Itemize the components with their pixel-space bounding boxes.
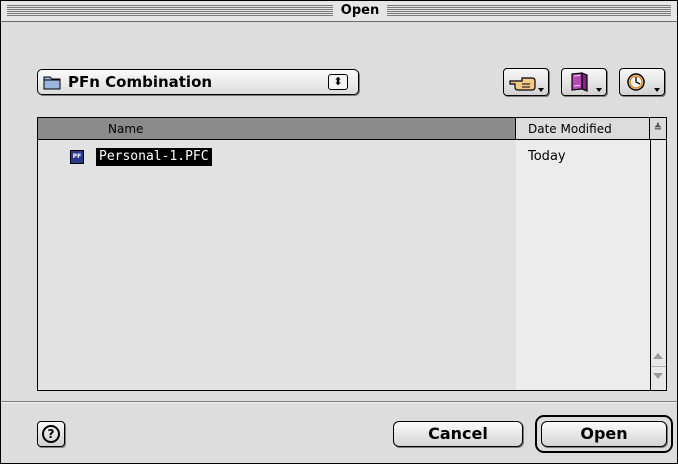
dropdown-arrow-icon	[538, 88, 544, 92]
shortcuts-button[interactable]	[503, 68, 549, 96]
scrollbar-divider	[651, 366, 666, 367]
folder-icon	[43, 76, 61, 90]
title-stripes-left	[7, 5, 333, 16]
location-label: PFn Combination	[68, 73, 213, 91]
file-date: Today	[528, 149, 566, 164]
sort-order-button[interactable]: ≜	[650, 118, 666, 140]
list-item[interactable]: PF Personal-1.PFC Today	[38, 148, 650, 166]
file-list[interactable]: Name Date Modified ≜ PF Personal-1.PFC T…	[37, 117, 667, 391]
column-header-date-modified[interactable]: Date Modified	[516, 118, 650, 140]
location-popup[interactable]: PFn Combination ⬍	[37, 69, 359, 95]
file-name: Personal-1.PFC	[96, 148, 212, 166]
title-bar[interactable]: Open	[1, 1, 677, 22]
scroll-down-arrow-icon[interactable]	[653, 373, 663, 379]
footer-divider-highlight	[1, 402, 677, 403]
help-icon: ?	[42, 425, 60, 443]
book-icon	[571, 72, 588, 92]
open-button[interactable]: Open	[541, 421, 667, 447]
dropdown-arrow-icon	[654, 88, 660, 92]
pointing-hand-icon	[509, 77, 536, 91]
cancel-button[interactable]: Cancel	[393, 421, 523, 447]
recent-button[interactable]	[619, 68, 665, 96]
clock-icon	[627, 73, 645, 91]
dropdown-arrow-icon	[596, 88, 602, 92]
open-dialog: Open PFn Combination ⬍ Name Date Modifie…	[0, 0, 678, 464]
column-header-name[interactable]: Name	[38, 118, 516, 140]
vertical-scrollbar[interactable]	[650, 140, 666, 390]
window-title: Open	[333, 1, 387, 21]
popup-stepper-icon: ⬍	[328, 74, 348, 90]
document-icon: PF	[70, 150, 84, 164]
title-stripes-right	[387, 5, 671, 16]
favorites-button[interactable]	[561, 68, 607, 96]
scroll-up-arrow-icon[interactable]	[653, 353, 663, 359]
date-column-background	[516, 140, 650, 390]
help-button[interactable]: ?	[37, 421, 65, 447]
